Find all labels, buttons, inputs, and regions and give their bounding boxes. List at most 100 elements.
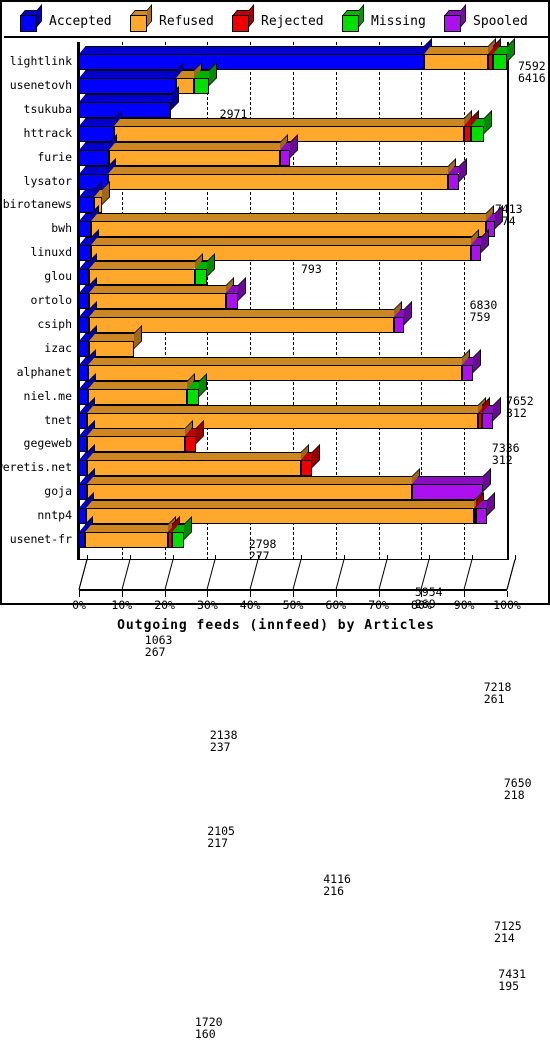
bar-top-face [87,404,486,413]
bar-front-face [79,508,87,525]
bar-front-face [79,221,91,238]
bar-front-face [86,484,413,501]
bar-row: 2798277 [4,277,548,562]
bar-front-face [194,269,207,286]
legend-label: Accepted [49,13,112,29]
bar-front-face [79,77,176,94]
bar-segment-accepted [79,205,99,238]
bar-top-face [114,117,471,126]
bar-row: 7650 218 [4,396,548,801]
bar-value-offered: 267 [144,644,166,659]
bar-front-face [87,412,479,429]
plot-back-edge [79,559,507,560]
bar-top-face [86,500,481,509]
legend-label: Spooled [473,13,528,29]
legend-item-missing: Missing [342,4,426,38]
bar-front-face [79,484,87,501]
x-tick-connector [335,559,345,590]
bar-value-total: 7125 [494,919,522,934]
bar-value-offered: 217 [207,835,229,850]
bar-row: 1720 160 [4,516,548,1040]
bar-front-face [90,221,487,238]
bar-row: 2225282 [4,253,548,514]
legend-item-refused: Refused [130,4,214,38]
bar-front-face [448,173,459,190]
x-tick-connector [249,559,259,590]
bar-front-face [226,293,238,309]
cube-icon [130,4,153,32]
bar-front-face [108,173,449,190]
bar-segment-accepted [79,372,96,405]
bar-top-face [90,237,478,246]
bar-top-face [423,46,495,54]
bar-segment-accepted [79,61,184,94]
bar-front-face [492,54,507,70]
bar-top-face [84,524,175,532]
bar-row: 2105 217 [4,420,548,848]
bar-segment-refused [86,492,482,525]
bar-value-total: 1063 [144,632,173,647]
bar-top-face [79,69,183,78]
bar-value-offered: 218 [503,788,525,802]
bar-value-offered: 261 [483,692,505,707]
bar-front-face [79,436,88,453]
chart-container: Accepted Refused Rejected Missing Spooled li… [0,0,550,1040]
bar-front-face [79,149,109,166]
x-tick [121,591,123,597]
bar-segment-refused [86,468,421,501]
cube-icon [342,4,365,32]
bar-segment-accepted [79,420,96,453]
bar-segment-refused [87,372,196,405]
bar-segment-missing [194,61,217,94]
bar-value-total: 7218 [483,680,512,695]
bar-top-face [90,213,494,222]
bar-front-face [79,340,89,357]
bar-row: 7652 312 [4,205,548,418]
bar-top-face [79,93,179,102]
x-tick-connector [292,559,302,590]
chart-legend: Accepted Refused Rejected Missing Spooled [4,4,548,38]
bar-segment-refused [108,133,289,166]
bar-row: 5954 269 [4,300,548,609]
legend-item-accepted: Accepted [20,4,112,38]
bar-segment-accepted [79,133,117,166]
bar-value-offered: 216 [323,883,345,898]
bar-segment-accepted [79,277,98,309]
bar-segment-spooled [412,468,492,501]
bar-front-face [481,412,493,429]
bar-row: 7125 214 [4,468,548,944]
bar-segment-missing [471,109,492,142]
bar-value-offered: 195 [498,979,520,994]
bar-front-face [280,149,290,166]
bar-value-total: 7431 [498,967,526,982]
bar-segment-spooled [462,348,481,381]
x-tick-connector [378,559,388,590]
bar-segment-missing [194,253,215,286]
bar-front-face [79,269,90,286]
bar-row: 7336 312 [4,229,548,466]
bar-segment-accepted [79,253,98,286]
bar-segment-spooled [393,300,412,333]
bar-front-face [171,532,184,548]
bar-front-face [79,412,88,429]
bar-front-face [470,245,481,262]
legend-item-rejected: Rejected [232,4,324,38]
bar-segment-spooled [280,133,298,166]
x-tick [164,591,166,597]
bar-front-face [90,245,471,262]
bar-row: 7218 261 [4,348,548,705]
bar-front-face [79,460,88,477]
bar-front-face [412,484,484,501]
x-tick [507,591,508,597]
bar-segment-accepted [79,348,97,381]
x-tick [79,591,80,597]
bar-value-offered: 237 [209,740,231,755]
bar-row: 2138 237 [4,372,548,753]
bar-segment-refused [89,277,235,309]
bar-segment-missing [171,516,192,548]
legend-label: Refused [159,13,214,29]
bar-front-face [89,293,227,309]
bar-top-face [87,452,308,461]
x-tick [464,591,466,597]
bar-segment-refused [90,229,479,262]
